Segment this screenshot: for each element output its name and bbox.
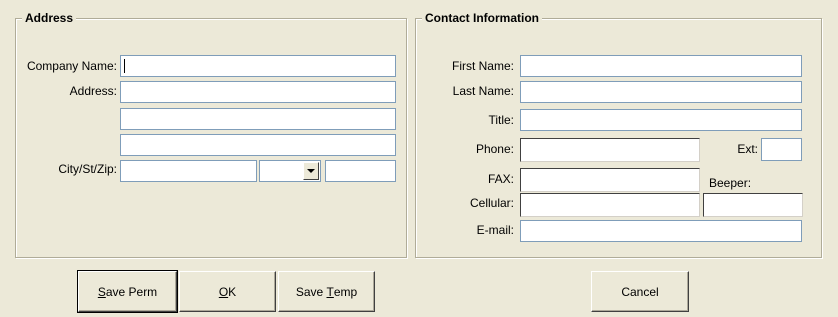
save-temp-mnemonic: T <box>326 284 334 299</box>
last-name-input[interactable] <box>520 81 802 103</box>
cancel-label: Cancel <box>621 284 659 299</box>
beeper-label: Beeper: <box>709 176 752 190</box>
save-temp-button[interactable]: Save Temp <box>278 271 375 312</box>
email-label: E-mail: <box>476 223 514 237</box>
beeper-input[interactable] <box>703 193 803 217</box>
ext-input[interactable] <box>761 138 802 161</box>
chevron-down-icon <box>307 169 315 173</box>
cellular-label: Cellular: <box>469 196 514 210</box>
address-group-title: Address <box>22 11 77 25</box>
first-name-label: First Name: <box>451 59 514 73</box>
ok-button[interactable]: OK <box>179 271 276 312</box>
ok-label: K <box>228 284 237 299</box>
last-name-label: Last Name: <box>452 84 514 98</box>
title-label: Title: <box>488 113 514 127</box>
fax-input[interactable] <box>520 168 700 192</box>
company-name-label: Company Name: <box>26 59 117 73</box>
city-input[interactable] <box>120 160 257 182</box>
zip-input[interactable] <box>325 160 396 182</box>
first-name-input[interactable] <box>520 55 802 77</box>
ok-mnemonic: O <box>218 284 229 299</box>
save-perm-mnemonic: S <box>97 284 106 299</box>
address-line3-input[interactable] <box>120 134 396 156</box>
fax-label: FAX: <box>487 172 514 186</box>
save-temp-prefix: Save <box>295 284 327 299</box>
address-line1-input[interactable] <box>120 81 396 103</box>
address-line2-input[interactable] <box>120 108 396 130</box>
phone-label: Phone: <box>475 142 514 156</box>
title-input[interactable] <box>520 109 802 131</box>
address-label: Address: <box>69 84 117 98</box>
company-name-input[interactable] <box>120 55 396 77</box>
contact-group-title: Contact Information <box>422 11 542 25</box>
save-perm-label: ave Perm <box>105 284 158 299</box>
state-dropdown-button[interactable] <box>303 162 319 180</box>
save-perm-button[interactable]: Save Perm <box>77 270 178 313</box>
cellular-input[interactable] <box>520 193 700 217</box>
text-caret <box>124 59 125 73</box>
ext-label: Ext: <box>737 142 758 156</box>
state-select[interactable] <box>259 160 321 182</box>
email-input[interactable] <box>520 220 802 242</box>
cancel-button[interactable]: Cancel <box>591 271 689 312</box>
phone-input[interactable] <box>520 138 700 162</box>
city-st-zip-label: City/St/Zip: <box>58 162 117 176</box>
save-temp-label: emp <box>333 284 358 299</box>
